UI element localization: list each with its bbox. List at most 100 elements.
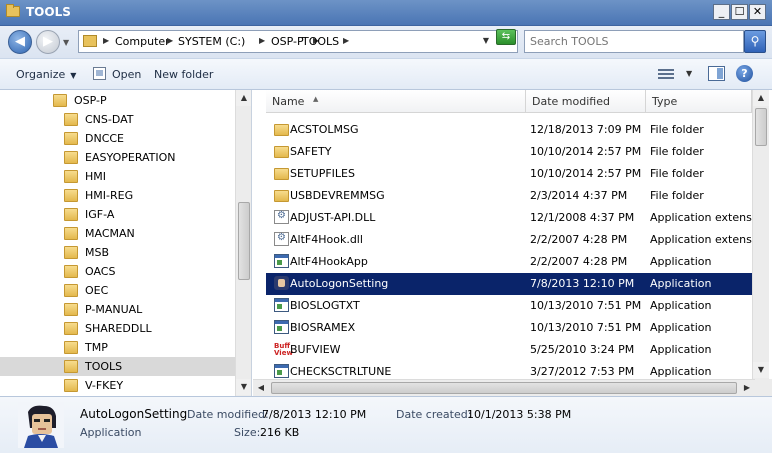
chevron-right-icon[interactable]: ▶	[343, 36, 349, 45]
preview-pane-icon[interactable]	[708, 66, 725, 81]
nav-scrollbar[interactable]: ▲ ▼	[235, 90, 251, 396]
file-row[interactable]: AltF4Hook.dll 2/2/2007 4:28 PM Application…	[266, 229, 769, 251]
organize-button[interactable]: Organize ▼	[16, 68, 76, 81]
nav-item-osp-p[interactable]: OSP-P	[0, 91, 235, 110]
cell-date: 12/1/2008 4:37 PM	[530, 211, 635, 224]
cell-name: BIOSLOGTXT	[290, 299, 360, 312]
nav-item-oec[interactable]: OEC	[0, 281, 235, 300]
nav-item-p-manual[interactable]: P-MANUAL	[0, 300, 235, 319]
size-value: 216 KB	[260, 426, 300, 439]
cell-date: 3/27/2012 7:53 PM	[530, 365, 635, 378]
nav-item-hmi-reg[interactable]: HMI-REG	[0, 186, 235, 205]
view-options-icon[interactable]	[658, 67, 674, 80]
folder-icon	[274, 146, 289, 158]
horizontal-scrollbar[interactable]: ◀ ▶	[253, 379, 755, 396]
forward-button[interactable]: ▶	[36, 30, 60, 54]
address-bar[interactable]: ▶ Computer ▶ SYSTEM (C:) ▶ OSP-P ▶ TOOLS…	[78, 30, 518, 53]
organize-label: Organize	[16, 68, 66, 81]
chevron-right-icon[interactable]: ▶	[103, 36, 109, 45]
scroll-corner	[755, 379, 772, 396]
cell-name: AutoLogonSetting	[290, 277, 389, 290]
cell-name: SAFETY	[290, 145, 332, 158]
nav-item-msb[interactable]: MSB	[0, 243, 235, 262]
open-button[interactable]: Open	[112, 68, 141, 81]
nav-item-label: OEC	[85, 284, 109, 297]
file-list: Name ▲ Date modified Type ACSTOLMSG 12/18…	[253, 90, 772, 396]
search-icon[interactable]: ⚲	[744, 30, 766, 53]
folder-icon	[64, 303, 78, 316]
column-header-type[interactable]: Type	[646, 90, 752, 113]
column-label: Date modified	[532, 95, 610, 108]
file-row[interactable]: SAFETY 10/10/2014 2:57 PM File folder	[266, 141, 752, 163]
search-input[interactable]	[525, 31, 743, 52]
file-row[interactable]: Buff View BUFVIEW 5/25/2010 3:24 PM Applicat…	[266, 339, 752, 361]
new-folder-button[interactable]: New folder	[154, 68, 213, 81]
file-row[interactable]: BIOSRAMEX 10/13/2010 7:51 PM Application	[266, 317, 752, 339]
title-bar: TOOLS _ ☐ ✕	[0, 0, 772, 26]
file-list-scrollbar[interactable]: ▲ ▼	[752, 90, 769, 379]
nav-item-label: CNS-DAT	[85, 113, 134, 126]
scroll-thumb[interactable]	[755, 108, 767, 146]
minimize-button[interactable]: _	[713, 4, 730, 20]
chevron-right-icon[interactable]: ▶	[167, 36, 173, 45]
scroll-up-button[interactable]: ▲	[236, 90, 251, 106]
search-box[interactable]	[524, 30, 744, 53]
file-row[interactable]: AutoLogonSetting 7/8/2013 12:10 PM Applica…	[266, 273, 752, 295]
nav-item-igf-a[interactable]: IGF-A	[0, 205, 235, 224]
scroll-thumb[interactable]	[238, 202, 250, 280]
back-button[interactable]: ◀	[8, 30, 32, 54]
date-created-value: 10/1/2013 5:38 PM	[467, 408, 572, 421]
nav-item-macman[interactable]: MACMAN	[0, 224, 235, 243]
cell-type: File folder	[650, 145, 704, 158]
breadcrumb-tools[interactable]: TOOLS	[302, 35, 339, 48]
cell-date: 2/3/2014 4:37 PM	[530, 189, 628, 202]
address-history-dropdown[interactable]: ▼	[483, 36, 489, 45]
column-header-date[interactable]: Date modified	[526, 90, 646, 113]
breadcrumb-osp-p[interactable]: OSP-P	[271, 35, 304, 48]
app-icon	[274, 298, 289, 312]
nav-item-cns-dat[interactable]: CNS-DAT	[0, 110, 235, 129]
refresh-button[interactable]: ⇆	[496, 29, 516, 45]
file-row[interactable]: BIOSLOGTXT 10/13/2010 7:51 PM Application	[266, 295, 752, 317]
chevron-down-icon[interactable]: ▼	[686, 69, 692, 78]
nav-item-oacs[interactable]: OACS	[0, 262, 235, 281]
nav-item-tools[interactable]: TOOLS	[0, 357, 235, 376]
cell-name: AltF4HookApp	[290, 255, 368, 268]
scroll-down-button[interactable]: ▼	[236, 379, 251, 395]
nav-item-tmp[interactable]: TMP	[0, 338, 235, 357]
scroll-right-button[interactable]: ▶	[739, 380, 755, 396]
nav-item-hmi[interactable]: HMI	[0, 167, 235, 186]
nav-item-easyoperation[interactable]: EASYOPERATION	[0, 148, 235, 167]
scroll-left-button[interactable]: ◀	[253, 380, 269, 396]
cell-type: Application extension	[650, 211, 769, 224]
command-toolbar: Organize ▼ Open New folder ▼ ?	[0, 58, 772, 90]
cell-name: CHECKSCTRLTUNE	[290, 365, 392, 378]
folder-icon	[274, 124, 289, 136]
close-button[interactable]: ✕	[749, 4, 766, 20]
column-header-name[interactable]: Name ▲	[266, 90, 526, 113]
file-row[interactable]: AltF4HookApp 2/2/2007 4:28 PM Application	[266, 251, 752, 273]
file-row[interactable]: USBDEVREMMSG 2/3/2014 4:37 PM File folder	[266, 185, 752, 207]
chevron-right-icon[interactable]: ▶	[259, 36, 265, 45]
date-modified-value: 7/8/2013 12:10 PM	[262, 408, 367, 421]
help-icon[interactable]: ?	[736, 65, 753, 82]
cell-date: 10/13/2010 7:51 PM	[530, 299, 642, 312]
cell-date: 2/2/2007 4:28 PM	[530, 255, 628, 268]
file-row[interactable]: ADJUST-API.DLL 12/1/2008 4:37 PM Applicati…	[266, 207, 769, 229]
breadcrumb-computer[interactable]: Computer	[115, 35, 170, 48]
scroll-thumb[interactable]	[271, 382, 737, 394]
nav-item-v-fkey[interactable]: V-FKEY	[0, 376, 235, 395]
scroll-up-button[interactable]: ▲	[753, 90, 769, 106]
breadcrumb-system-c[interactable]: SYSTEM (C:)	[178, 35, 245, 48]
cell-name: BUFVIEW	[290, 343, 341, 356]
file-row[interactable]: SETUPFILES 10/10/2014 2:57 PM File folder	[266, 163, 752, 185]
scroll-down-button[interactable]: ▼	[753, 362, 769, 378]
file-row[interactable]: ACSTOLMSG 12/18/2013 7:09 PM File folder	[266, 119, 752, 141]
maximize-button[interactable]: ☐	[731, 4, 748, 20]
size-label: Size:	[234, 426, 261, 439]
nav-item-shareddll[interactable]: SHAREDDLL	[0, 319, 235, 338]
nav-item-label: OACS	[85, 265, 116, 278]
nav-item-label: IGF-A	[85, 208, 115, 221]
recent-pages-dropdown[interactable]: ▼	[63, 38, 69, 47]
nav-item-dncce[interactable]: DNCCE	[0, 129, 235, 148]
